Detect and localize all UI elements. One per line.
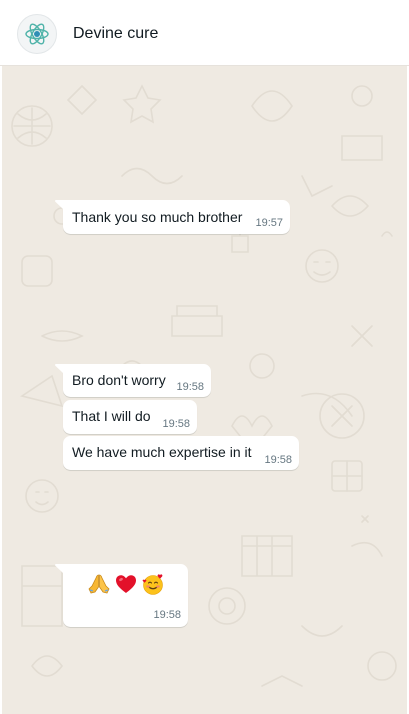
message-bubble[interactable]: That I will do 19:58 — [63, 400, 197, 434]
chat-header[interactable]: Devine cure — [0, 0, 409, 66]
avatar[interactable] — [17, 14, 57, 54]
message-bubble[interactable]: Bro don't worry 19:58 — [55, 364, 211, 397]
contact-name[interactable]: Devine cure — [73, 24, 158, 44]
red-heart-icon — [116, 575, 136, 593]
emoji-row — [87, 572, 165, 596]
emoji-message-bubble[interactable]: 19:58 — [55, 564, 188, 627]
message-text: We have much expertise in it — [72, 444, 252, 460]
folded-hands-icon — [88, 574, 110, 594]
message-timestamp: 19:58 — [162, 418, 190, 430]
message-bubble[interactable]: We have much expertise in it 19:58 — [63, 436, 299, 470]
smiling-face-with-hearts-icon — [142, 574, 163, 595]
message-text: Thank you so much brother — [72, 209, 243, 225]
message-bubble[interactable]: Thank you so much brother 19:57 — [55, 200, 290, 234]
message-timestamp: 19:57 — [255, 217, 283, 229]
chat-area[interactable]: Thank you so much brother 19:57 Bro don'… — [2, 66, 407, 714]
bubble-tail — [55, 564, 63, 573]
message-text: That I will do — [72, 408, 151, 424]
atom-logo-icon — [25, 23, 49, 45]
message-timestamp: 19:58 — [264, 454, 292, 466]
message-timestamp: 19:58 — [153, 609, 181, 621]
bubble-tail — [55, 200, 63, 209]
message-timestamp: 19:58 — [176, 381, 204, 393]
chat-window: Devine cure Thank you so much brother 19… — [0, 0, 409, 714]
bubble-tail — [55, 364, 63, 373]
message-text: Bro don't worry — [72, 372, 166, 388]
